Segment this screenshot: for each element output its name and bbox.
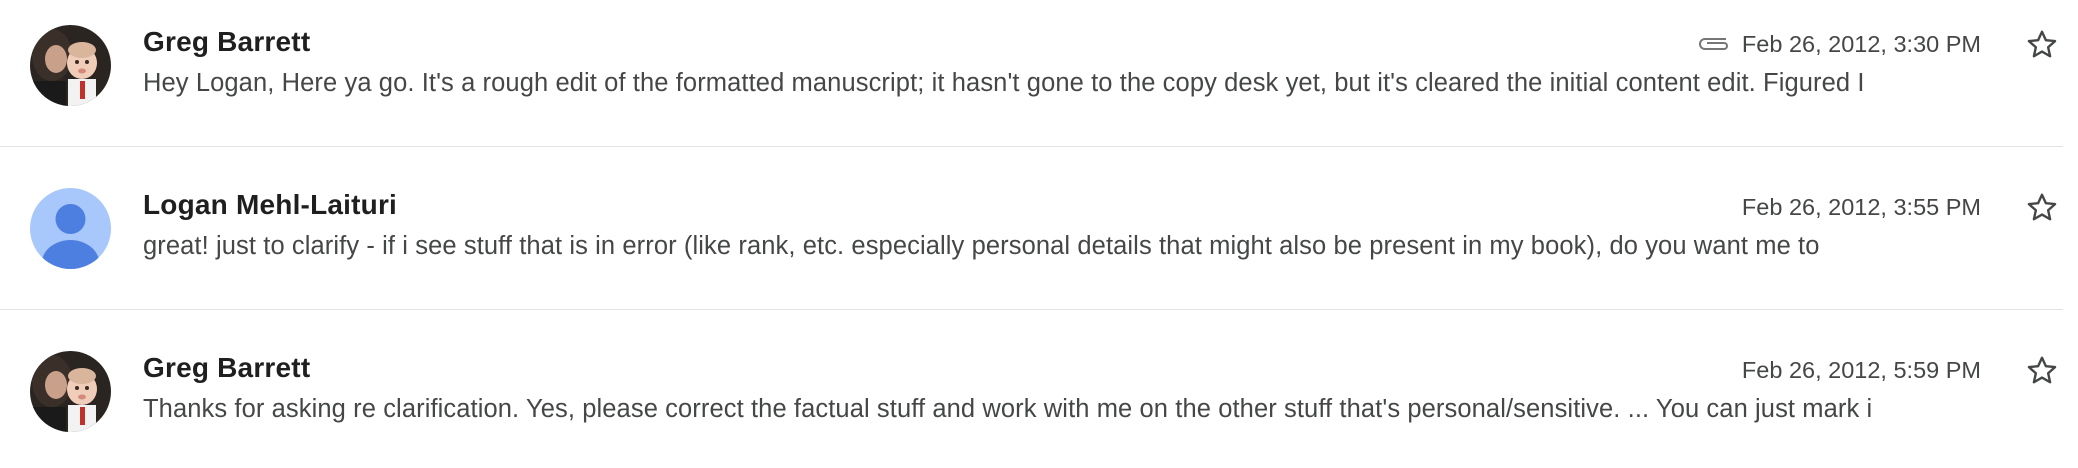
message-row[interactable]: Greg Barrett Thanks for asking re clarif…: [0, 326, 2078, 468]
row-divider: [0, 146, 2063, 147]
message-date: Feb 26, 2012, 3:55 PM: [1741, 194, 1981, 220]
message-row[interactable]: Logan Mehl-Laituri great! just to clarif…: [0, 163, 2078, 325]
star-icon[interactable]: [2024, 190, 2060, 226]
row-divider: [0, 309, 2063, 310]
avatar[interactable]: [30, 351, 111, 432]
star-icon[interactable]: [2024, 27, 2060, 63]
avatar[interactable]: [30, 25, 111, 106]
avatar[interactable]: [30, 188, 111, 269]
message-snippet: Thanks for asking re clarification. Yes,…: [143, 395, 1873, 423]
sender-name: Greg Barrett: [143, 26, 311, 57]
sender-name: Logan Mehl-Laituri: [143, 189, 398, 220]
message-date: Feb 26, 2012, 5:59 PM: [1741, 357, 1981, 383]
sender-name: Greg Barrett: [143, 352, 311, 383]
message-snippet: Hey Logan, Here ya go. It's a rough edit…: [143, 69, 1865, 97]
message-row[interactable]: Greg Barrett Hey Logan, Here ya go. It's…: [0, 0, 2078, 162]
attachment-icon: [1699, 38, 1728, 50]
photo-avatar-icon: [30, 351, 111, 432]
star-icon[interactable]: [2024, 353, 2060, 389]
default-person-icon: [30, 188, 111, 269]
message-date: Feb 26, 2012, 3:30 PM: [1741, 31, 1981, 57]
email-thread: Greg Barrett Hey Logan, Here ya go. It's…: [0, 0, 2078, 468]
message-snippet: great! just to clarify - if i see stuff …: [143, 232, 1820, 260]
photo-avatar-icon: [30, 25, 111, 106]
